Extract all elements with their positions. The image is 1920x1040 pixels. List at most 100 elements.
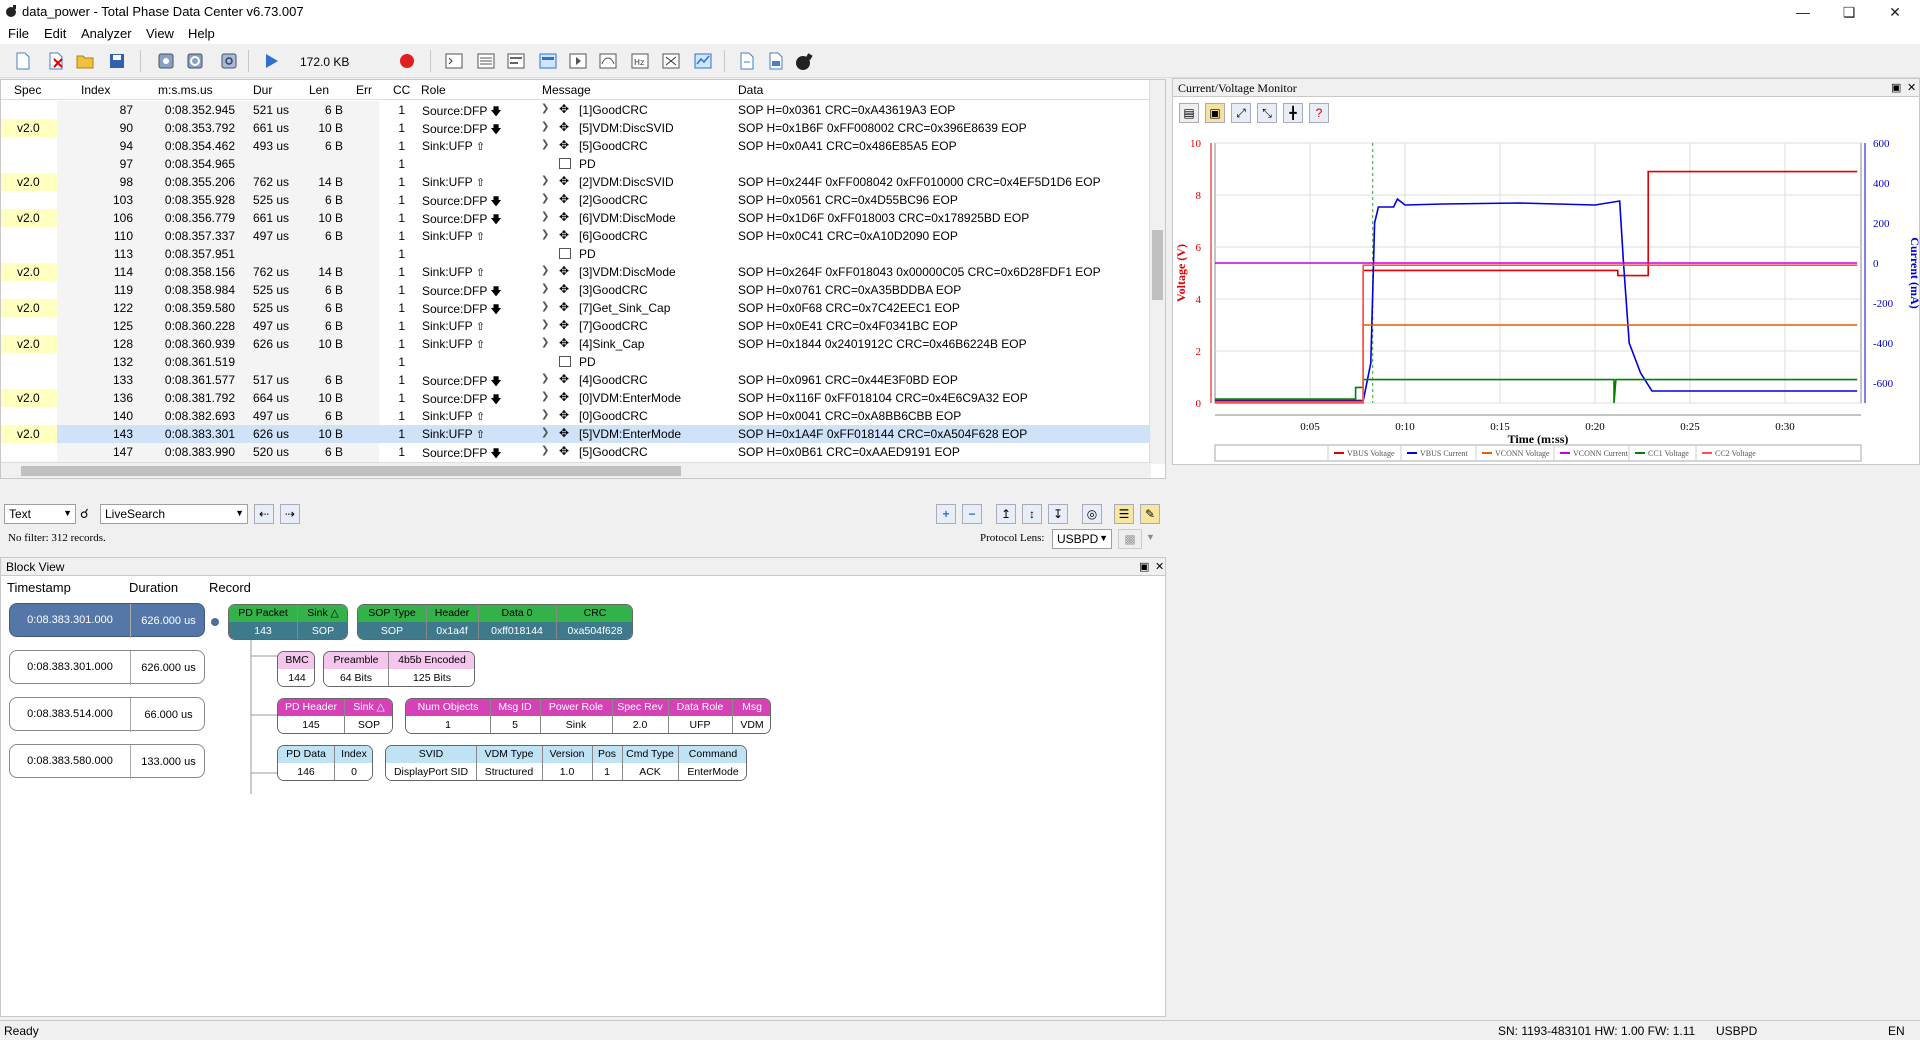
menu-view[interactable]: View — [146, 26, 174, 41]
restore-button[interactable]: ❏ — [1826, 0, 1872, 24]
protocol-lens-select[interactable]: USBPD ▼ — [1052, 529, 1112, 549]
packet-fields-group[interactable]: SOP Type SOP Header 0x1a4f Data 0 0xff018144 C… — [357, 604, 633, 640]
expand-chevron-icon[interactable]: ❯ — [541, 175, 549, 186]
menu-help[interactable]: Help — [188, 26, 215, 41]
col-dur[interactable]: Dur — [253, 83, 272, 97]
expand-chevron-icon[interactable]: ❯ — [541, 373, 549, 384]
timestamp-row[interactable]: 0:08.383.301.000 626.000 us — [9, 650, 205, 685]
table-row[interactable]: v2.0 90 0:08.353.792 661 us 10 B 1 Source:DFP 🡇… — [1, 119, 1151, 137]
expand-chevron-icon[interactable]: ❯ — [541, 283, 549, 294]
scrollbar-thumb[interactable] — [21, 466, 681, 476]
expand-chevron-icon[interactable]: ❯ — [541, 265, 549, 276]
block-view-icon[interactable] — [537, 50, 559, 72]
header-fields-group[interactable]: Num Objects 1 Msg ID 5 Power Role Sink Spec Re… — [405, 698, 771, 734]
search-next-button[interactable]: ⇢ — [280, 504, 300, 524]
scrollbar-thumb[interactable] — [1152, 230, 1163, 300]
note-icon[interactable]: ✎ — [1140, 504, 1160, 524]
total-phase-logo-icon[interactable] — [794, 50, 816, 72]
cursor-icon[interactable]: ╋ — [1283, 103, 1303, 123]
col-data[interactable]: Data — [738, 83, 763, 97]
trigger-settings-icon[interactable] — [218, 50, 240, 72]
expand-chevron-icon[interactable]: ❯ — [541, 319, 549, 330]
current-voltage-chart[interactable]: 0:05 0:10 0:15 0:20 0:25 0:300246810-600-400-… — [1173, 127, 1919, 465]
lens-settings-button[interactable]: ▩ — [1118, 529, 1142, 549]
expand-chevron-icon[interactable]: ❯ — [541, 193, 549, 204]
filter-icon[interactable]: ◎ — [1082, 504, 1102, 524]
records-vertical-scrollbar[interactable] — [1149, 80, 1165, 464]
save-chart-icon[interactable]: ▣ — [1205, 103, 1225, 123]
menu-analyzer[interactable]: Analyzer — [81, 26, 132, 41]
chart-help-icon[interactable]: ? — [1309, 103, 1329, 123]
table-row[interactable]: 87 0:08.352.945 521 us 6 B 1 Source:DFP 🡇 ❯ ✥ [1]… — [1, 101, 1151, 119]
expand-chevron-icon[interactable]: ❯ — [541, 211, 549, 222]
float-panel-icon[interactable]: ▣ — [1891, 81, 1901, 94]
table-row[interactable]: v2.0 136 0:08.381.792 664 us 10 B 1 Source:DFP… — [1, 389, 1151, 407]
expand-all-button[interactable]: + — [936, 504, 956, 524]
col-index[interactable]: Index — [81, 83, 110, 97]
data-view-icon[interactable] — [505, 50, 527, 72]
timing-view-icon[interactable] — [597, 50, 619, 72]
table-row[interactable]: v2.0 106 0:08.356.779 661 us 10 B 1 Source:DFP… — [1, 209, 1151, 227]
pd-data-group[interactable]: PD Data 146 Index 0 — [277, 745, 373, 781]
zoom-in-icon[interactable]: ⤢ — [1231, 103, 1251, 123]
power-monitor-view-icon[interactable] — [692, 50, 714, 72]
col-len[interactable]: Len — [309, 83, 329, 97]
scroll-selected-button[interactable]: ↕ — [1022, 504, 1042, 524]
table-row[interactable]: 133 0:08.361.577 517 us 6 B 1 Source:DFP 🡇 ❯ ✥ [4… — [1, 371, 1151, 389]
capture-settings-icon[interactable] — [184, 50, 206, 72]
col-time[interactable]: m:s.ms.us — [158, 83, 213, 97]
record-icon[interactable] — [396, 50, 418, 72]
start-capture-icon[interactable] — [260, 50, 282, 72]
clear-chart-icon[interactable]: ▤ — [1179, 103, 1199, 123]
table-row[interactable]: v2.0 98 0:08.355.206 762 us 14 B 1 Sink:UFP ⇧ ❯ ✥… — [1, 173, 1151, 191]
expand-chevron-icon[interactable]: ❯ — [541, 139, 549, 150]
menu-file[interactable]: File — [8, 26, 29, 41]
print-icon[interactable] — [765, 50, 787, 72]
search-input[interactable]: LiveSearch ▼ — [100, 504, 248, 524]
table-row[interactable]: v2.0 128 0:08.360.939 626 us 10 B 1 Sink:UFP ⇧ ❯… — [1, 335, 1151, 353]
expand-chevron-icon[interactable]: ❯ — [541, 229, 549, 240]
table-row[interactable]: v2.0 122 0:08.359.580 525 us 6 B 1 Source:DFP 🡇… — [1, 299, 1151, 317]
table-row[interactable]: 132 0:08.361.519 1 PD — [1, 353, 1151, 371]
vdm-fields-group[interactable]: SVID DisplayPort SID VDM Type Structured Ver… — [385, 745, 747, 781]
expand-chevron-icon[interactable]: ❯ — [541, 301, 549, 312]
open-folder-icon[interactable] — [74, 50, 96, 72]
expand-chevron-icon[interactable]: ❯ — [541, 103, 549, 114]
col-spec[interactable]: Spec — [14, 83, 41, 97]
scroll-top-button[interactable]: ↥ — [996, 504, 1016, 524]
search-mode-select[interactable]: Text ▼ — [4, 504, 76, 524]
expand-chevron-icon[interactable]: ❯ — [541, 445, 549, 456]
pd-header-group[interactable]: PD Header 145 Sink △ SOP — [277, 698, 393, 734]
expand-chevron-icon[interactable]: ❯ — [541, 337, 549, 348]
bmc-group[interactable]: BMC 144 — [277, 651, 315, 687]
device-settings-icon[interactable] — [155, 50, 177, 72]
table-row[interactable]: v2.0 114 0:08.358.156 762 us 14 B 1 Sink:UFP ⇧ ❯… — [1, 263, 1151, 281]
col-err[interactable]: Err — [356, 83, 372, 97]
expand-chevron-icon[interactable]: ❯ — [541, 427, 549, 438]
close-window-button[interactable]: ✕ — [1872, 0, 1918, 24]
save-icon[interactable] — [106, 50, 128, 72]
table-row[interactable]: 110 0:08.357.337 497 us 6 B 1 Sink:UFP ⇧ ❯ ✥ [6]G… — [1, 227, 1151, 245]
expand-chevron-icon[interactable]: ❯ — [541, 409, 549, 420]
records-horizontal-scrollbar[interactable] — [1, 462, 1151, 478]
terminal-view-icon[interactable] — [443, 50, 465, 72]
frequency-view-icon[interactable]: Hz — [629, 50, 651, 72]
export-icon[interactable] — [736, 50, 758, 72]
table-row[interactable]: 103 0:08.355.928 525 us 6 B 1 Source:DFP 🡇 ❯ ✥ [2… — [1, 191, 1151, 209]
float-panel-icon[interactable]: ▣ — [1139, 560, 1149, 573]
zoom-out-icon[interactable]: ⤡ — [1257, 103, 1277, 123]
timestamp-row[interactable]: 0:08.383.301.000 626.000 us — [9, 603, 205, 638]
table-row[interactable]: 94 0:08.354.462 493 us 6 B 1 Sink:UFP ⇧ ❯ ✥ [5]Go… — [1, 137, 1151, 155]
table-row[interactable]: 147 0:08.383.990 520 us 6 B 1 Source:DFP 🡇 ❯ ✥ [5… — [1, 443, 1151, 461]
table-row[interactable]: 97 0:08.354.965 1 PD — [1, 155, 1151, 173]
bookmark-icon[interactable]: ☰ — [1114, 504, 1134, 524]
playback-view-icon[interactable] — [567, 50, 589, 72]
menu-edit[interactable]: Edit — [44, 26, 66, 41]
scroll-bottom-button[interactable]: ↧ — [1048, 504, 1068, 524]
new-file-icon[interactable] — [12, 50, 34, 72]
table-row[interactable]: 140 0:08.382.693 497 us 6 B 1 Sink:UFP ⇧ ❯ ✥ [0]G… — [1, 407, 1151, 425]
expand-chevron-icon[interactable]: ❯ — [541, 391, 549, 402]
table-row[interactable]: 119 0:08.358.984 525 us 6 B 1 Source:DFP 🡇 ❯ ✥ [3… — [1, 281, 1151, 299]
table-row[interactable]: v2.0 143 0:08.383.301 626 us 10 B 1 Sink:UFP ⇧ ❯… — [1, 425, 1151, 443]
table-row[interactable]: 113 0:08.357.951 1 PD — [1, 245, 1151, 263]
